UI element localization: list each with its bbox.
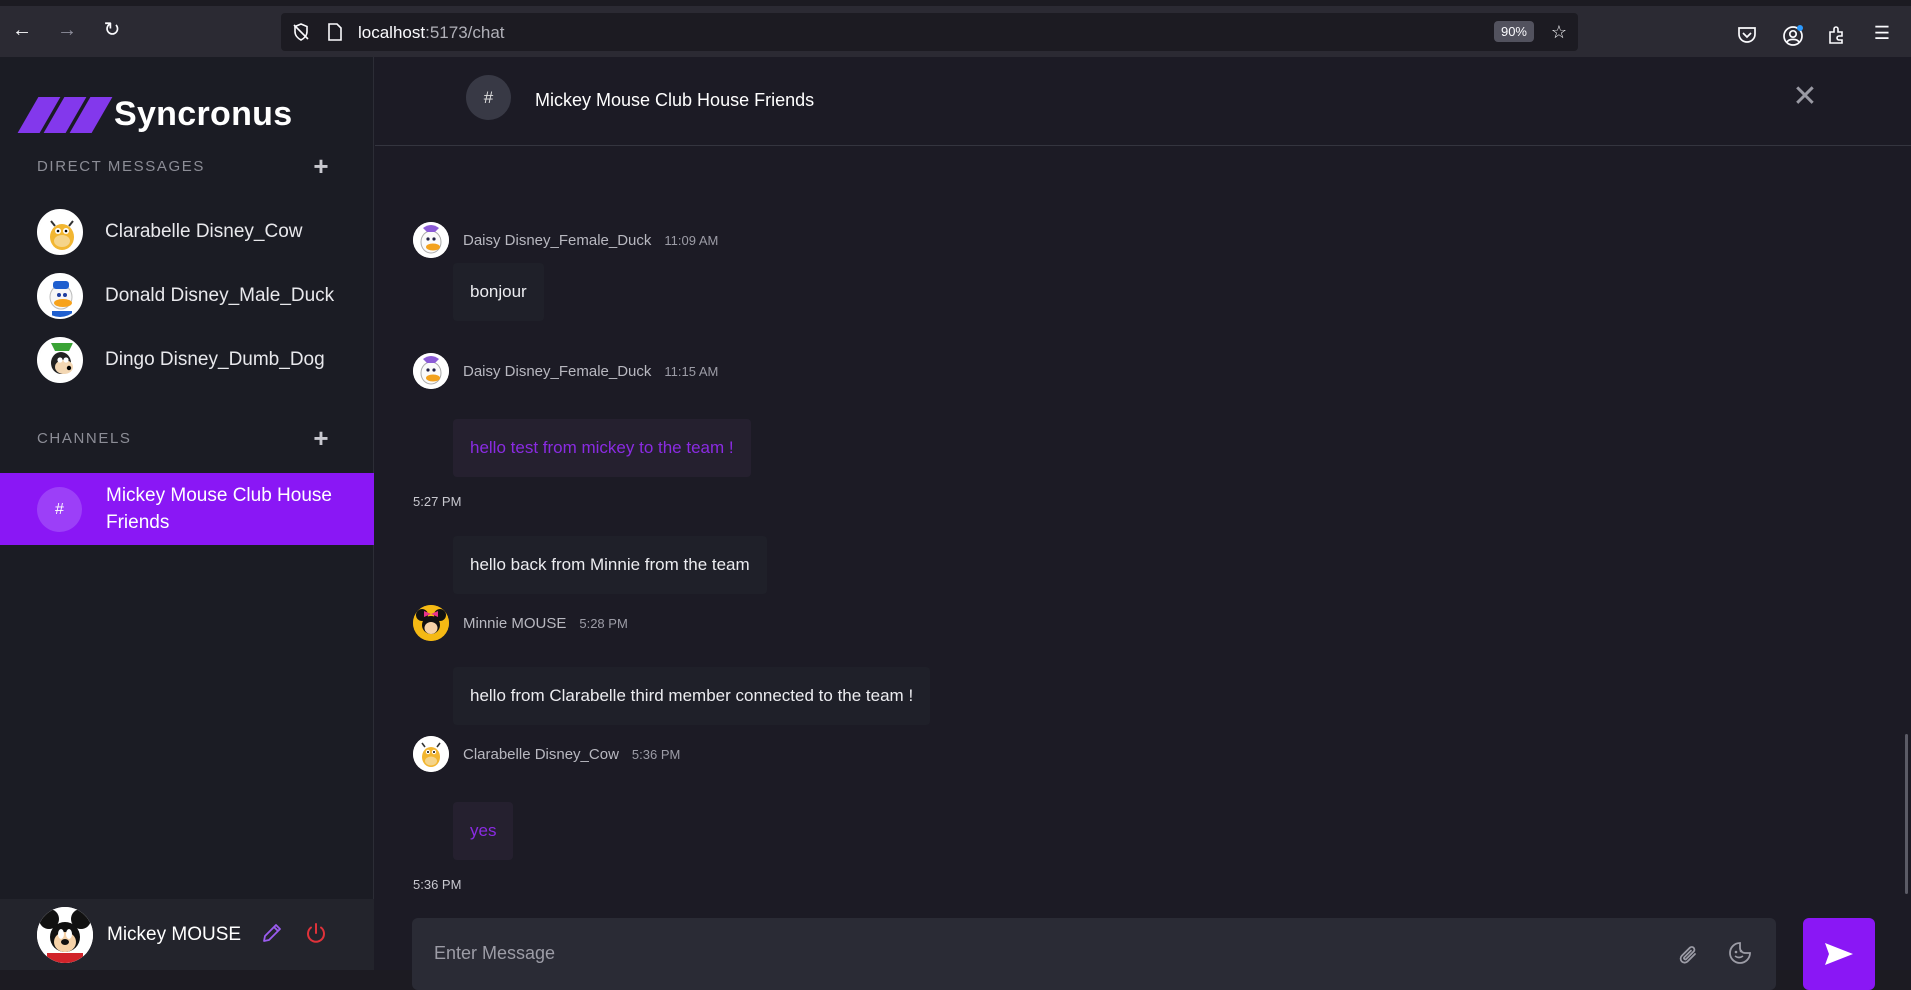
forward-icon[interactable]: → (56, 19, 78, 41)
url-host: localhost (358, 23, 426, 42)
url-path: :5173/chat (425, 23, 505, 42)
message-composer (412, 918, 1776, 990)
message-time: 11:09 AM (664, 232, 719, 248)
browser-toolbar: ← → ↻ localhost:5173/chat 90% ☆ ☰ (0, 0, 1911, 57)
minnie-avatar-icon (413, 605, 449, 641)
current-user-name: Mickey MOUSE (107, 923, 242, 945)
channel-name: Mickey Mouse Club House Friends (106, 485, 332, 533)
dog-avatar-icon (37, 337, 83, 383)
edit-profile-icon[interactable] (260, 921, 284, 945)
chat-hash-icon: # (466, 75, 511, 120)
channels-label: CHANNELS (37, 430, 132, 447)
zoom-badge[interactable]: 90% (1493, 21, 1534, 42)
daisy-avatar-icon (413, 222, 449, 258)
own-message-time: 5:27 PM (413, 494, 462, 509)
app-root: Syncronus DIRECT MESSAGES + Clarabelle D… (0, 57, 1911, 990)
bookmark-star-icon[interactable]: ☆ (1548, 21, 1570, 43)
own-message-bubble: hello test from mickey to the team ! (453, 419, 751, 477)
extensions-icon[interactable] (1827, 25, 1847, 45)
own-message-time: 5:36 PM (413, 877, 462, 892)
logout-power-icon[interactable] (304, 921, 328, 945)
back-icon[interactable]: ← (11, 19, 33, 41)
menu-icon[interactable]: ☰ (1871, 22, 1893, 44)
dm-name: Donald Disney_Male_Duck (105, 285, 335, 306)
reload-icon[interactable]: ↻ (101, 19, 123, 41)
page-icon[interactable] (327, 23, 343, 41)
message-meta: Daisy Disney_Female_Duck 11:09 AM (413, 222, 718, 258)
dm-item-donald[interactable]: Donald Disney_Male_Duck (37, 272, 357, 320)
cow-avatar-icon (37, 209, 83, 255)
message-scrollbar[interactable] (1905, 734, 1908, 894)
add-channel-button[interactable]: + (310, 425, 332, 451)
app-logo: Syncronus (16, 95, 292, 134)
mickey-avatar-icon[interactable] (37, 906, 93, 963)
channel-item-mickey-mouse-club[interactable]: # Mickey Mouse Club House Friends (0, 473, 374, 545)
sidebar: Syncronus DIRECT MESSAGES + Clarabelle D… (0, 57, 374, 970)
dm-name: Clarabelle Disney_Cow (105, 221, 303, 242)
message-bubble: bonjour (453, 263, 544, 321)
url-text[interactable]: localhost:5173/chat (358, 23, 505, 43)
message-list: Daisy Disney_Female_Duck 11:09 AM bonjou… (375, 147, 1911, 900)
message-meta: Clarabelle Disney_Cow 5:36 PM (413, 736, 680, 772)
cow-avatar-icon (413, 736, 449, 772)
user-profile-bar: Mickey MOUSE (0, 899, 374, 970)
dm-item-dingo[interactable]: Dingo Disney_Dumb_Dog (37, 336, 357, 384)
logo-mark-icon (16, 96, 113, 133)
tracking-shield-icon[interactable] (291, 22, 311, 42)
message-time: 11:15 AM (664, 363, 719, 379)
app-name: Syncronus (114, 95, 293, 133)
message-author: Daisy Disney_Female_Duck (463, 362, 652, 380)
send-button[interactable] (1803, 918, 1875, 990)
own-message-bubble: yes (453, 802, 514, 860)
add-direct-message-button[interactable]: + (310, 153, 332, 179)
send-icon (1825, 943, 1853, 965)
emoji-icon[interactable] (1727, 940, 1753, 966)
dm-item-clarabelle[interactable]: Clarabelle Disney_Cow (37, 208, 357, 256)
message-bubble: hello from Clarabelle third member conne… (453, 667, 931, 725)
message-meta: Minnie MOUSE 5:28 PM (413, 605, 628, 641)
pocket-icon[interactable] (1737, 26, 1757, 44)
message-author: Minnie MOUSE (463, 614, 567, 632)
close-chat-button[interactable]: ✕ (1792, 82, 1818, 112)
message-time: 5:28 PM (579, 615, 628, 631)
message-input[interactable] (434, 943, 1634, 964)
dm-name: Dingo Disney_Dumb_Dog (105, 349, 325, 370)
chat-title: Mickey Mouse Club House Friends (535, 90, 815, 110)
message-author: Clarabelle Disney_Cow (463, 745, 619, 763)
attach-file-icon[interactable] (1676, 943, 1702, 969)
message-time: 5:36 PM (631, 746, 681, 762)
message-author: Daisy Disney_Female_Duck (463, 231, 652, 249)
url-bar[interactable]: localhost:5173/chat 90% ☆ (281, 13, 1578, 51)
daisy-avatar-icon (413, 353, 449, 389)
direct-messages-label: DIRECT MESSAGES (37, 158, 205, 175)
message-meta: Daisy Disney_Female_Duck 11:15 AM (413, 353, 718, 389)
duck-avatar-icon (37, 273, 83, 319)
account-icon[interactable] (1782, 25, 1804, 47)
channel-hash-icon: # (37, 486, 82, 532)
chat-header: # Mickey Mouse Club House Friends ✕ (375, 57, 1911, 146)
message-bubble: hello back from Minnie from the team (453, 536, 767, 594)
